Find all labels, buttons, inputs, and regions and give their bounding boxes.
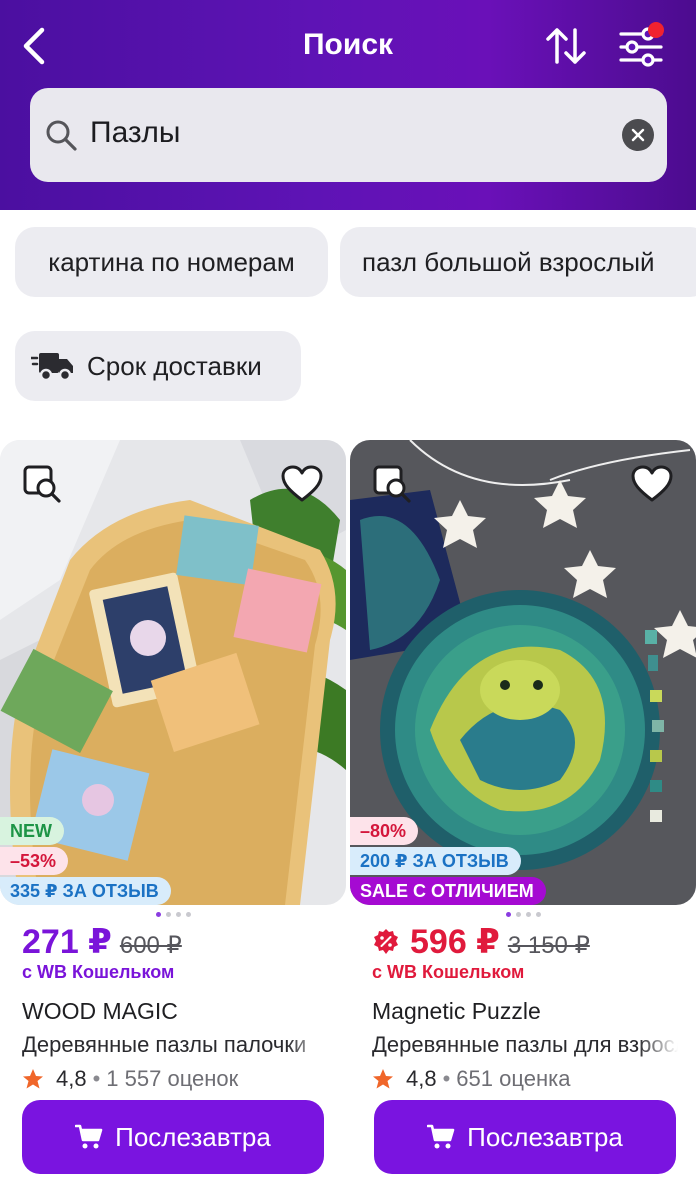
sale-badge: SALE С ОТЛИЧИЕМ — [350, 877, 546, 905]
pagination-dot — [505, 912, 511, 917]
pagination-dot — [165, 912, 171, 917]
review-reward-badge: 200 ₽ ЗА ОТЗЫВ — [350, 847, 521, 875]
search-query: Пазлы — [90, 116, 181, 149]
similar-search-icon[interactable] — [22, 464, 64, 504]
product-name: Деревянные пазлы палочки — [22, 1032, 328, 1058]
cart-icon — [427, 1124, 455, 1149]
similar-search-icon[interactable] — [372, 464, 414, 504]
star-icon — [23, 1069, 43, 1089]
cart-icon — [75, 1124, 103, 1149]
header: Поиск Пазлы — [0, 0, 696, 210]
new-badge: NEW — [0, 817, 64, 845]
rating-separator: • — [92, 1066, 101, 1091]
sort-icon — [546, 28, 586, 64]
price-row: 271 ₽ 600 ₽ — [22, 922, 182, 962]
pagination-dot — [175, 912, 181, 917]
search-icon — [46, 120, 77, 151]
product-rating: 4,8 • 651 оценка — [372, 1066, 570, 1092]
pagination-dot — [185, 912, 191, 917]
old-price: 600 ₽ — [119, 932, 182, 959]
product-rating: 4,8 • 1 557 оценок — [22, 1066, 238, 1092]
old-price: 3 150 ₽ — [507, 932, 590, 959]
clear-search-button[interactable] — [622, 119, 654, 151]
filter-active-indicator — [648, 22, 664, 38]
reviews-count: 651 оценка — [456, 1066, 571, 1091]
filter-button[interactable] — [618, 22, 664, 68]
product-card[interactable]: NEW –53% 335 ₽ ЗА ОТЗЫВ 271 ₽ 600 ₽ с WB… — [0, 440, 346, 1200]
close-icon — [631, 128, 645, 142]
photo-pagination — [350, 912, 696, 917]
price-row: 596 ₽ 3 150 ₽ — [372, 922, 590, 962]
search-input[interactable]: Пазлы — [30, 88, 667, 182]
page-title: Поиск — [302, 28, 394, 61]
product-brand: Magnetic Puzzle — [372, 998, 541, 1024]
product-brand: WOOD MAGIC — [22, 998, 178, 1024]
product-name: Деревянные пазлы для взрослых — [372, 1032, 678, 1058]
wallet-note: с WB Кошельком — [372, 962, 525, 982]
truck-icon — [31, 353, 73, 382]
discount-badge: –53% — [0, 847, 69, 875]
rating-value: 4,8 — [406, 1066, 437, 1091]
favorite-heart-icon[interactable] — [630, 464, 674, 504]
delivery-chip-label: Срок доставки — [87, 350, 262, 381]
suggestion-chip-1[interactable]: картина по номерам — [15, 227, 328, 297]
price: 596 ₽ — [410, 923, 500, 961]
rating-value: 4,8 — [56, 1066, 87, 1091]
sort-button[interactable] — [544, 24, 588, 68]
pagination-dot — [525, 912, 531, 917]
rating-separator: • — [442, 1066, 451, 1091]
star-icon — [373, 1069, 393, 1089]
add-to-cart-button[interactable]: Послезавтра — [374, 1100, 676, 1174]
delivery-filter-chip[interactable]: Срок доставки — [15, 331, 301, 401]
product-card[interactable]: –80% 200 ₽ ЗА ОТЗЫВ SALE С ОТЛИЧИЕМ 596 … — [350, 440, 696, 1200]
delivery-label: Послезавтра — [115, 1121, 271, 1152]
delivery-label: Послезавтра — [467, 1121, 623, 1152]
suggestion-chip-2[interactable]: пазл большой взрослый — [340, 227, 696, 297]
review-reward-badge: 335 ₽ ЗА ОТЗЫВ — [0, 877, 171, 905]
pagination-dot — [535, 912, 541, 917]
promo-percent-icon — [374, 929, 398, 954]
photo-pagination — [0, 912, 346, 917]
pagination-dot — [515, 912, 521, 917]
product-photo[interactable]: NEW –53% 335 ₽ ЗА ОТЗЫВ — [0, 440, 346, 905]
wallet-note: с WB Кошельком — [22, 962, 175, 982]
discount-badge: –80% — [350, 817, 419, 845]
product-photo[interactable]: –80% 200 ₽ ЗА ОТЗЫВ SALE С ОТЛИЧИЕМ — [350, 440, 696, 905]
price: 271 ₽ — [22, 923, 112, 961]
add-to-cart-button[interactable]: Послезавтра — [22, 1100, 324, 1174]
favorite-heart-icon[interactable] — [280, 464, 324, 504]
pagination-dot — [155, 912, 161, 917]
reviews-count: 1 557 оценок — [106, 1066, 239, 1091]
